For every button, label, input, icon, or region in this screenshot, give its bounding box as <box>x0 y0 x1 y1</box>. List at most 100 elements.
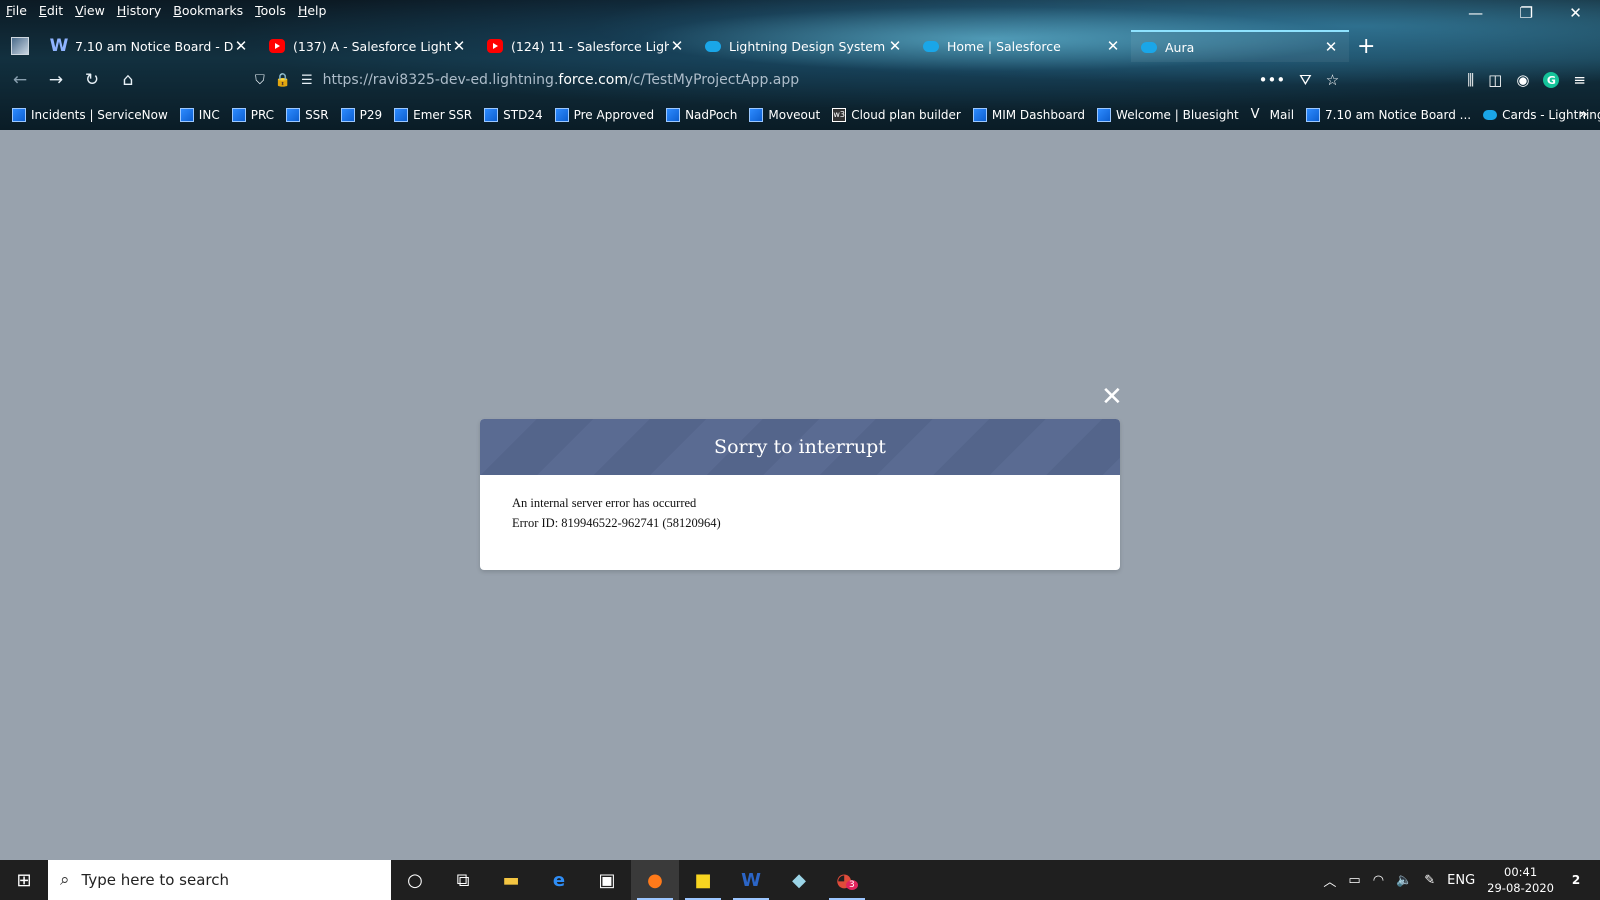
permissions-icon[interactable]: ☰ <box>301 73 313 88</box>
bookmark-label: PRC <box>250 108 275 122</box>
volume-icon[interactable]: 🔈 <box>1396 873 1412 888</box>
bookmark-folder-icon <box>666 108 681 122</box>
menu-history[interactable]: History <box>117 3 161 18</box>
home-icon[interactable]: ⌂ <box>112 70 144 90</box>
toolbar-right: ••• ⛛ ☆ ⫼ ◫ ◉ G ≡ <box>1259 64 1600 96</box>
word-taskbar-icon[interactable]: W <box>727 860 775 900</box>
modal-header: Sorry to interrupt <box>480 419 1120 475</box>
bookmark-label: 7.10 am Notice Board ... <box>1325 108 1472 122</box>
menu-file[interactable]: File <box>6 3 27 18</box>
bookmark-folder-icon <box>394 108 409 122</box>
tab-strip: W 7.10 am Notice Board - Dev - Ju ✕ (137… <box>0 30 1600 62</box>
notification-center-icon[interactable]: 2 <box>1566 871 1586 889</box>
menu-help[interactable]: Help <box>298 3 327 18</box>
tab-title: Home | Salesforce <box>947 38 1061 54</box>
menu-edit[interactable]: Edit <box>39 3 63 18</box>
bookmark-item[interactable]: MIM Dashboard <box>972 108 1085 122</box>
windows-start-icon[interactable]: ⊞ <box>0 860 48 900</box>
close-tab-icon[interactable]: ✕ <box>233 37 249 55</box>
tab-aura[interactable]: Aura ✕ <box>1131 30 1349 62</box>
tab-notice-board[interactable]: W 7.10 am Notice Board - Dev - Ju ✕ <box>41 30 259 62</box>
bookmark-item[interactable]: w3 Cloud plan builder <box>832 108 961 122</box>
url-prefix: https://ravi8325-dev-ed.lightning. <box>322 72 559 88</box>
youtube-icon <box>487 39 503 53</box>
tab-youtube-137[interactable]: (137) A - Salesforce Lightning W ✕ <box>259 30 477 62</box>
pocket-icon[interactable]: ⛛ <box>1299 71 1312 89</box>
bookmark-folder-icon <box>554 108 569 122</box>
close-tab-icon[interactable]: ✕ <box>669 37 685 55</box>
bookmarks-overflow-icon[interactable]: » <box>1578 104 1588 123</box>
pen-icon[interactable]: ✎ <box>1424 873 1435 888</box>
store-icon[interactable]: ▣ <box>583 860 631 900</box>
bookmark-item[interactable]: Moveout <box>749 108 820 122</box>
bookmark-item[interactable]: V Mail <box>1251 108 1294 123</box>
library-icon[interactable]: ⫼ <box>1467 71 1474 89</box>
grammarly-icon[interactable]: G <box>1543 72 1560 88</box>
reload-icon[interactable]: ↻ <box>76 70 108 90</box>
bookmark-item[interactable]: INC <box>179 108 220 122</box>
menu-bookmarks[interactable]: Bookmarks <box>173 3 243 18</box>
close-tab-icon[interactable]: ✕ <box>1105 37 1121 55</box>
bookmark-item[interactable]: SSR <box>286 108 329 122</box>
close-window-button[interactable]: ✕ <box>1569 4 1582 22</box>
tab-youtube-124[interactable]: (124) 11 - Salesforce Lightning ✕ <box>477 30 695 62</box>
back-icon[interactable]: ← <box>4 70 36 90</box>
chrome-icon[interactable]: ◕ 3 <box>823 860 871 900</box>
tab-lightning-design-system[interactable]: Lightning Design System ✕ <box>695 30 913 62</box>
sidebar-icon[interactable]: ◫ <box>1488 71 1502 89</box>
snipping-tool-icon[interactable]: ◆ <box>775 860 823 900</box>
bookmark-folder-icon <box>12 108 26 122</box>
menu-tools[interactable]: Tools <box>255 3 286 18</box>
sticky-notes-icon[interactable]: ■ <box>679 860 727 900</box>
cortana-icon[interactable]: ○ <box>391 860 439 900</box>
bookmark-star-icon[interactable]: ☆ <box>1326 71 1339 89</box>
bookmark-item[interactable]: Pre Approved <box>554 108 654 122</box>
close-tab-icon[interactable]: ✕ <box>887 37 903 55</box>
clock-time: 00:41 <box>1504 865 1538 879</box>
search-icon: ⌕ <box>60 870 70 890</box>
bookmark-label: P29 <box>359 108 383 122</box>
bookmark-folder-icon <box>484 108 499 122</box>
forward-icon[interactable]: → <box>40 70 72 90</box>
minimize-button[interactable]: — <box>1468 4 1483 22</box>
bookmark-item[interactable]: Welcome | Bluesight <box>1097 108 1239 122</box>
restore-button[interactable]: ❐ <box>1519 4 1532 22</box>
menu-view[interactable]: View <box>75 3 105 18</box>
bookmark-label: Incidents | ServiceNow <box>31 108 168 122</box>
url-bar[interactable]: ⛉ 🔒 ☰ https://ravi8325-dev-ed.lightning.… <box>255 66 1305 94</box>
bookmark-item[interactable]: 7.10 am Notice Board ... <box>1306 108 1471 122</box>
show-hidden-icons-icon[interactable]: ︿ <box>1323 871 1336 890</box>
clock[interactable]: 00:41 29-08-2020 <box>1487 864 1554 896</box>
bookmark-label: Cloud plan builder <box>851 108 961 122</box>
error-message: An internal server error has occurred <box>512 496 697 510</box>
page-actions-icon[interactable]: ••• <box>1259 71 1286 89</box>
account-icon[interactable]: ◉ <box>1516 71 1529 89</box>
bookmark-item[interactable]: PRC <box>231 108 275 122</box>
tab-home-salesforce[interactable]: Home | Salesforce ✕ <box>913 30 1131 62</box>
language-indicator[interactable]: ENG <box>1447 873 1475 888</box>
edge-icon[interactable]: e <box>535 860 583 900</box>
close-tab-icon[interactable]: ✕ <box>451 37 467 55</box>
bookmark-item[interactable]: NadPoch <box>666 108 737 122</box>
chrome-badge: 3 <box>845 880 858 890</box>
taskbar-search-input[interactable]: ⌕ Type here to search <box>48 860 391 900</box>
close-tab-icon[interactable]: ✕ <box>1323 38 1339 56</box>
firefox-icon[interactable]: ● <box>631 860 679 900</box>
hamburger-menu-icon[interactable]: ≡ <box>1573 71 1586 89</box>
battery-icon[interactable]: ▭ <box>1348 873 1360 888</box>
notification-count: 2 <box>1571 873 1581 887</box>
close-modal-icon[interactable]: ✕ <box>1101 382 1123 412</box>
bookmark-item[interactable]: P29 <box>340 108 383 122</box>
file-explorer-icon[interactable]: ▬ <box>487 860 535 900</box>
bookmark-item[interactable]: Incidents | ServiceNow <box>12 108 168 122</box>
lock-icon[interactable]: 🔒 <box>275 73 291 88</box>
wifi-icon[interactable]: ◠ <box>1373 873 1384 888</box>
system-tray: ︿ ▭ ◠ 🔈 ✎ ENG 00:41 29-08-2020 2 <box>1323 860 1600 900</box>
new-tab-icon[interactable]: + <box>1357 34 1375 59</box>
tab-overview-icon[interactable] <box>11 37 29 55</box>
task-view-icon[interactable]: ⧉ <box>439 860 487 900</box>
bookmark-item[interactable]: Emer SSR <box>394 108 472 122</box>
bookmark-label: Moveout <box>768 108 821 122</box>
bookmark-item[interactable]: STD24 <box>484 108 543 122</box>
shield-icon[interactable]: ⛉ <box>255 73 265 88</box>
